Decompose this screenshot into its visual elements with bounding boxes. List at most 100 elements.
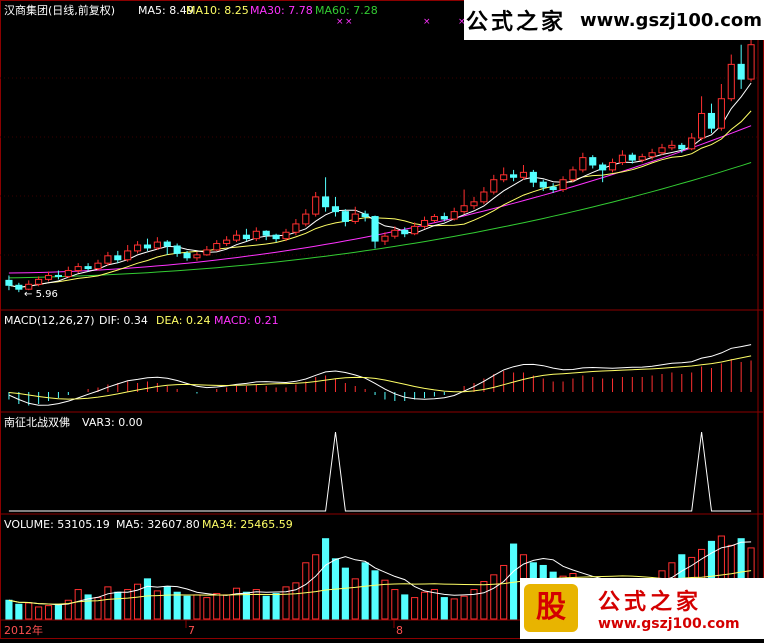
candle-body — [440, 216, 448, 220]
volume-bar — [420, 591, 429, 620]
candle-body — [589, 157, 597, 166]
candle-body — [668, 144, 676, 149]
candle-body — [262, 230, 270, 236]
candle-body — [638, 156, 646, 161]
candle-body — [302, 213, 310, 225]
candle-body — [698, 112, 706, 139]
volume-bar — [480, 581, 488, 620]
volume-bar — [15, 603, 23, 620]
candle-body — [272, 234, 280, 240]
candle-body — [480, 191, 488, 203]
candle-body — [608, 162, 617, 171]
volume-bar — [44, 605, 53, 620]
candle-body — [94, 262, 102, 270]
volume-bar — [490, 574, 498, 620]
candle-body — [678, 144, 686, 150]
volume-bar — [104, 586, 112, 620]
candle-body — [747, 44, 755, 80]
volume-bar — [381, 579, 389, 620]
x-axis-label: 7 — [188, 624, 195, 637]
candle-body — [549, 186, 557, 191]
candle-body — [5, 279, 13, 286]
volume-bar — [213, 593, 221, 620]
volume-bar — [114, 591, 122, 620]
candle-body — [173, 245, 181, 254]
low-marker-label: ← 5.96 — [24, 289, 58, 300]
candle-body — [599, 164, 607, 171]
candle-body — [84, 266, 92, 270]
volume-bar — [460, 595, 468, 620]
dea-label: DEA: 0.24 — [156, 314, 211, 327]
macd-title: MACD(12,26,27) — [4, 314, 95, 327]
volume-bar — [312, 554, 320, 620]
candle-body — [510, 174, 518, 178]
candle-body — [292, 223, 300, 233]
candle-body — [35, 278, 43, 285]
volume-bar — [450, 598, 458, 620]
candle-body — [54, 274, 62, 277]
volume-bar — [341, 567, 349, 620]
candle-body — [411, 225, 419, 235]
candle-body — [15, 284, 23, 290]
volume-bar — [361, 562, 369, 620]
volume-bar — [25, 602, 33, 620]
candle-body — [153, 241, 161, 249]
candle-body — [490, 179, 498, 193]
candle-body — [134, 244, 142, 252]
ma30-label: MA30: 7.78 — [250, 4, 313, 17]
candle-body — [707, 112, 716, 129]
volume-bar — [223, 594, 231, 620]
candle-body — [213, 243, 221, 251]
candle-body — [529, 171, 537, 183]
volume-bar — [143, 578, 152, 620]
candle-body — [143, 244, 152, 249]
candle-body — [193, 254, 201, 259]
var3-line — [8, 431, 752, 512]
candle-body — [717, 98, 725, 129]
volume-bar — [124, 589, 132, 620]
candle-body — [163, 241, 171, 247]
volume-bar — [183, 595, 191, 620]
candle-body — [371, 216, 379, 242]
candle-body — [539, 181, 547, 188]
ma60-line — [8, 162, 752, 279]
candle-body — [331, 206, 340, 213]
candle-body — [401, 229, 409, 235]
low-marker-value: 5.96 — [35, 289, 58, 300]
candle-body — [361, 213, 369, 218]
var3-label: VAR3: 0.00 — [82, 416, 143, 429]
candle-body — [114, 255, 122, 261]
volume-bar — [5, 599, 13, 620]
dif-label: DIF: 0.34 — [99, 314, 148, 327]
cross-mark: × — [423, 17, 431, 27]
volume-bar — [401, 594, 409, 620]
volume-bar — [74, 589, 82, 620]
watermark-bottom-title: 公式之家 — [598, 590, 703, 615]
candle-body — [430, 216, 438, 221]
cross-mark: × — [345, 17, 353, 27]
candle-body — [242, 234, 250, 240]
volume-bar — [54, 603, 62, 620]
watermark-bottom-url: www.gszj100.com — [598, 616, 740, 632]
candle-body — [559, 179, 567, 191]
candle-body — [727, 63, 735, 100]
x-axis-label: 2012年 — [4, 624, 43, 637]
volume-bar — [322, 538, 330, 620]
watermark-title: 公式之家 — [465, 10, 566, 35]
candle-body — [579, 157, 587, 171]
candle-body — [381, 235, 389, 242]
stock-chart: 汉商集团(日线,前复权) MA5: 8.49 MA10: 8.25 MA30: … — [0, 0, 764, 639]
volume-bar — [440, 597, 448, 620]
volume-bar — [411, 597, 419, 620]
dif-line — [8, 344, 752, 406]
volume-bar — [371, 570, 379, 620]
cross-mark: × — [336, 17, 344, 27]
candle-body — [688, 137, 696, 150]
volume-bar — [35, 606, 43, 620]
candle-body — [74, 266, 82, 272]
stock-badge-icon: 股 — [524, 584, 578, 632]
candle-body — [183, 252, 191, 259]
candle-body — [391, 229, 399, 237]
volume-bar — [272, 593, 280, 620]
candle-body — [351, 213, 359, 222]
